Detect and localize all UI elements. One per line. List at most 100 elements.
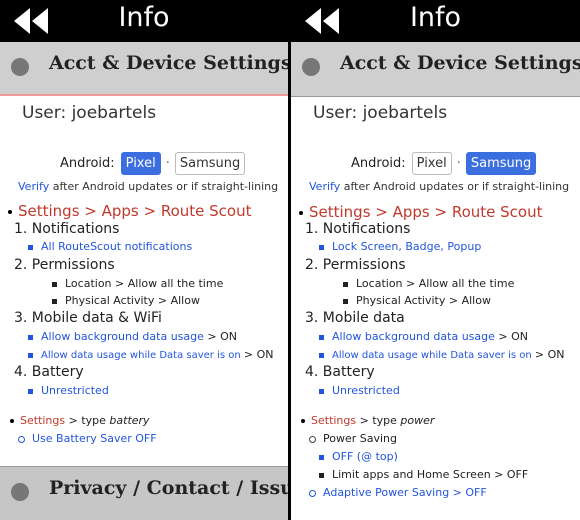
android-selector: Android: Pixel · Samsung bbox=[60, 152, 246, 175]
step-notifications: 1. Notifications bbox=[305, 221, 411, 237]
android-option-pixel[interactable]: Pixel bbox=[120, 152, 161, 175]
bullet-icon bbox=[319, 334, 324, 340]
list-item: Allow data usage while Data saver is on … bbox=[319, 348, 565, 361]
android-selector: Android: Pixel · Samsung bbox=[351, 152, 537, 175]
list-item: Physical Activity > Allow bbox=[343, 294, 491, 307]
unrestricted-link[interactable]: Unrestricted bbox=[41, 384, 109, 397]
bullet-icon bbox=[299, 210, 303, 215]
battery-saver-link[interactable]: Use Battery Saver OFF bbox=[32, 432, 157, 445]
list-item: All RouteScout notifications bbox=[28, 240, 192, 253]
step-permissions: 2. Permissions bbox=[305, 257, 406, 273]
data-saver-link[interactable]: Allow data usage while Data saver is on bbox=[332, 350, 532, 361]
top-bar: Info bbox=[291, 0, 580, 42]
section-title: Acct & Device Settings bbox=[340, 52, 580, 74]
unrestricted-link[interactable]: Unrestricted bbox=[332, 384, 400, 397]
data-saver-link[interactable]: Allow data usage while Data saver is on bbox=[41, 350, 241, 361]
bullet-icon bbox=[10, 419, 14, 423]
bullet-icon bbox=[52, 298, 57, 304]
section-header-privacy[interactable]: Privacy / Contact / Issues bbox=[0, 466, 288, 520]
list-item: OFF (@ top) bbox=[319, 450, 398, 463]
settings-link[interactable]: Settings bbox=[20, 414, 65, 427]
limit-apps-text: Limit apps and Home Screen > OFF bbox=[332, 468, 529, 481]
top-bar: Info bbox=[0, 0, 288, 42]
bullet-icon bbox=[301, 419, 305, 423]
bullet-icon bbox=[28, 244, 33, 250]
bullet-icon bbox=[28, 388, 33, 394]
list-item: Allow background data usage > ON bbox=[28, 330, 237, 343]
list-item: Adaptive Power Saving > OFF bbox=[309, 486, 487, 499]
adaptive-power-link[interactable]: Adaptive Power Saving > OFF bbox=[323, 486, 487, 499]
bullet-icon bbox=[28, 352, 33, 358]
page-title: Info bbox=[409, 2, 462, 33]
settings-type-line: Settings > type battery bbox=[10, 414, 150, 427]
bullet-icon bbox=[8, 209, 12, 214]
android-label: Android: bbox=[351, 156, 406, 171]
bullet-icon bbox=[343, 298, 348, 304]
user-label: User: joebartels bbox=[313, 103, 448, 123]
background-data-value: > ON bbox=[498, 330, 528, 343]
right-screen: Info Acct & Device Settings User: joebar… bbox=[291, 0, 580, 520]
step-notifications: 1. Notifications bbox=[14, 221, 120, 237]
data-saver-value: > ON bbox=[534, 348, 565, 361]
android-option-pixel[interactable]: Pixel bbox=[411, 152, 452, 175]
notifications-link[interactable]: All RouteScout notifications bbox=[41, 240, 192, 253]
section-dot-icon bbox=[11, 483, 29, 501]
bullet-icon bbox=[319, 244, 324, 250]
location-text: Location > Allow all the time bbox=[65, 277, 224, 290]
step-battery: 4. Battery bbox=[14, 364, 84, 380]
list-item: Unrestricted bbox=[319, 384, 400, 397]
section-dot-icon bbox=[11, 58, 29, 76]
list-item: Power Saving bbox=[309, 432, 397, 445]
background-data-value: > ON bbox=[207, 330, 237, 343]
section-dot-icon bbox=[302, 58, 320, 76]
settings-path-link[interactable]: Settings > Apps > Route Scout bbox=[309, 203, 543, 221]
verify-link[interactable]: Verify bbox=[309, 180, 340, 193]
android-option-samsung[interactable]: Samsung bbox=[174, 152, 246, 175]
settings-link[interactable]: Settings bbox=[311, 414, 356, 427]
power-saving-text: Power Saving bbox=[323, 432, 397, 445]
step-mobile-data: 3. Mobile data bbox=[305, 310, 405, 326]
list-item: Location > Allow all the time bbox=[343, 277, 514, 290]
activity-text: Physical Activity > Allow bbox=[356, 294, 491, 307]
section-header-acct[interactable]: Acct & Device Settings bbox=[0, 42, 288, 96]
notifications-link[interactable]: Lock Screen, Badge, Popup bbox=[332, 240, 481, 253]
verify-rest: after Android updates or if straight-lin… bbox=[52, 180, 279, 193]
step-mobile-data: 3. Mobile data & WiFi bbox=[14, 310, 162, 326]
settings-path: Settings > Apps > Route Scout bbox=[8, 202, 252, 220]
settings-type-value: battery bbox=[109, 414, 150, 427]
list-item: Unrestricted bbox=[28, 384, 109, 397]
background-data-link[interactable]: Allow background data usage bbox=[332, 330, 495, 343]
off-top-link[interactable]: OFF (@ top) bbox=[332, 450, 398, 463]
user-label: User: joebartels bbox=[22, 103, 157, 123]
list-item: Limit apps and Home Screen > OFF bbox=[319, 468, 528, 481]
bullet-icon bbox=[319, 454, 324, 460]
settings-type-label: > type bbox=[68, 414, 106, 427]
bullet-icon bbox=[319, 472, 324, 478]
section-title: Privacy / Contact / Issues bbox=[49, 477, 288, 499]
list-item: Location > Allow all the time bbox=[52, 277, 223, 290]
bullet-icon bbox=[28, 334, 33, 340]
list-item: Physical Activity > Allow bbox=[52, 294, 200, 307]
data-saver-value: > ON bbox=[243, 348, 274, 361]
android-option-samsung[interactable]: Samsung bbox=[465, 152, 537, 175]
bullet-icon bbox=[309, 435, 316, 443]
settings-path-link[interactable]: Settings > Apps > Route Scout bbox=[18, 202, 252, 220]
list-item: Lock Screen, Badge, Popup bbox=[319, 240, 481, 253]
bullet-icon bbox=[343, 281, 348, 287]
bullet-icon bbox=[319, 352, 324, 358]
bullet-icon bbox=[309, 489, 316, 497]
separator: · bbox=[456, 156, 461, 171]
bullet-icon bbox=[18, 435, 25, 443]
settings-type-line: Settings > type power bbox=[301, 414, 434, 427]
background-data-link[interactable]: Allow background data usage bbox=[41, 330, 204, 343]
section-header-acct[interactable]: Acct & Device Settings bbox=[291, 42, 580, 97]
android-label: Android: bbox=[60, 156, 115, 171]
bullet-icon bbox=[52, 281, 57, 287]
step-battery: 4. Battery bbox=[305, 364, 375, 380]
verify-text: Verify after Android updates or if strai… bbox=[309, 180, 569, 193]
verify-link[interactable]: Verify bbox=[18, 180, 49, 193]
step-permissions: 2. Permissions bbox=[14, 257, 115, 273]
settings-type-value: power bbox=[400, 414, 435, 427]
list-item: Allow data usage while Data saver is on … bbox=[28, 348, 274, 361]
settings-type-label: > type bbox=[359, 414, 397, 427]
